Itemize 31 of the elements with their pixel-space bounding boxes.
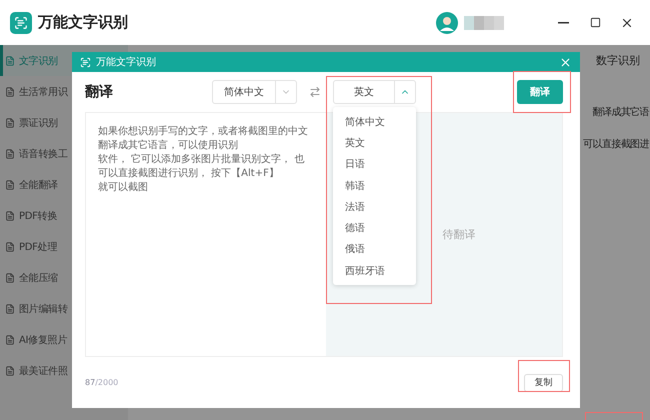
document-icon: [5, 148, 15, 158]
app-logo-icon: [10, 12, 32, 34]
character-count: 87/2000: [85, 378, 118, 387]
highlight-frame: [518, 360, 570, 392]
body-text: 可以直接截图进: [583, 138, 649, 151]
document-icon: [5, 56, 15, 66]
app-title: 万能文字识别: [38, 13, 128, 32]
close-icon: [559, 56, 572, 68]
document-icon: [5, 180, 15, 190]
minimize-icon: [558, 22, 568, 24]
source-language-select[interactable]: 简体中文: [212, 80, 297, 104]
document-icon: [5, 210, 15, 220]
document-icon: [5, 242, 15, 252]
copy-button[interactable]: 复制: [524, 374, 563, 392]
avatar-icon[interactable]: [436, 12, 458, 34]
body-text: 翻译成其它语: [592, 106, 649, 119]
document-icon: [5, 118, 15, 128]
swap-icon[interactable]: [309, 86, 321, 98]
document-icon: [5, 366, 15, 376]
document-icon: [5, 304, 15, 314]
target-language-select[interactable]: 英文: [333, 80, 416, 104]
app-logo-icon: [80, 56, 91, 68]
tab[interactable]: 数字识别: [596, 52, 640, 68]
blurred-username-drawing: [464, 16, 504, 30]
maximize-icon: [590, 17, 600, 28]
translate-button[interactable]: 翻译: [517, 80, 563, 104]
document-icon: [5, 86, 15, 96]
document-icon: [5, 334, 15, 344]
highlight-frame: [513, 71, 571, 113]
document-icon: [5, 272, 15, 282]
dialog-heading: 翻译: [85, 83, 114, 101]
